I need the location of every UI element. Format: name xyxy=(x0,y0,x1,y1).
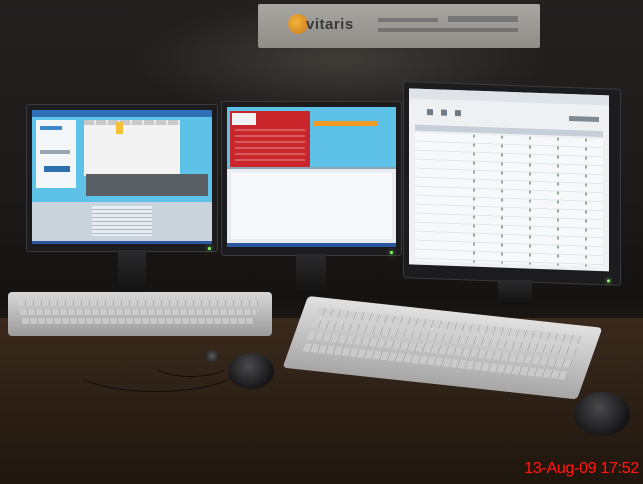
usb-receiver xyxy=(206,350,218,362)
key-row xyxy=(22,318,254,324)
document-area xyxy=(231,173,392,239)
side-panel-item xyxy=(40,126,62,130)
side-panel-item xyxy=(44,166,70,172)
taskbar xyxy=(227,243,396,247)
right-monitor-stand xyxy=(498,280,532,304)
red-panel-rows xyxy=(235,129,305,163)
right-monitor-screen xyxy=(409,88,609,272)
dark-panel xyxy=(86,174,208,196)
left-monitor-stand xyxy=(118,250,146,294)
grid-header xyxy=(84,120,180,125)
photo-scene: vitaris 13-Aug-09 17:52 xyxy=(0,0,643,484)
brand-logo xyxy=(569,115,599,123)
grid-window xyxy=(84,120,180,176)
wall-poster: vitaris xyxy=(258,4,540,48)
power-led-icon xyxy=(607,279,610,283)
table-cells xyxy=(459,134,599,268)
orange-bar xyxy=(313,121,377,126)
mouse-cable xyxy=(150,345,232,377)
power-led-icon xyxy=(208,247,211,250)
poster-text-line xyxy=(378,18,438,22)
left-monitor xyxy=(26,104,218,252)
poster-logo-icon xyxy=(288,14,308,34)
key-row xyxy=(20,309,256,315)
red-panel-box xyxy=(232,113,256,125)
bottom-table xyxy=(92,206,152,236)
center-monitor xyxy=(221,101,402,256)
center-monitor-stand xyxy=(296,254,326,294)
power-led-icon xyxy=(390,251,393,254)
left-monitor-screen xyxy=(32,110,212,244)
poster-text-line xyxy=(378,28,518,32)
divider xyxy=(227,167,396,169)
left-mouse xyxy=(228,353,274,389)
taskbar xyxy=(32,241,212,244)
center-monitor-screen xyxy=(227,107,396,247)
key-row xyxy=(18,300,258,306)
poster-brand-text: vitaris xyxy=(306,16,354,33)
poster-text-line xyxy=(448,16,518,22)
title-bar xyxy=(32,110,212,117)
side-panel-item xyxy=(40,150,70,154)
toolbar-icon xyxy=(441,109,447,116)
left-keyboard xyxy=(8,292,272,336)
right-monitor xyxy=(403,81,621,286)
toolbar-icon xyxy=(455,110,461,117)
toolbar-icon xyxy=(427,109,433,116)
right-mouse xyxy=(574,392,630,436)
photo-timestamp: 13-Aug-09 17:52 xyxy=(524,460,639,477)
highlight-cell xyxy=(116,122,123,134)
side-panel xyxy=(36,120,76,188)
browser-toolbar xyxy=(409,88,609,106)
